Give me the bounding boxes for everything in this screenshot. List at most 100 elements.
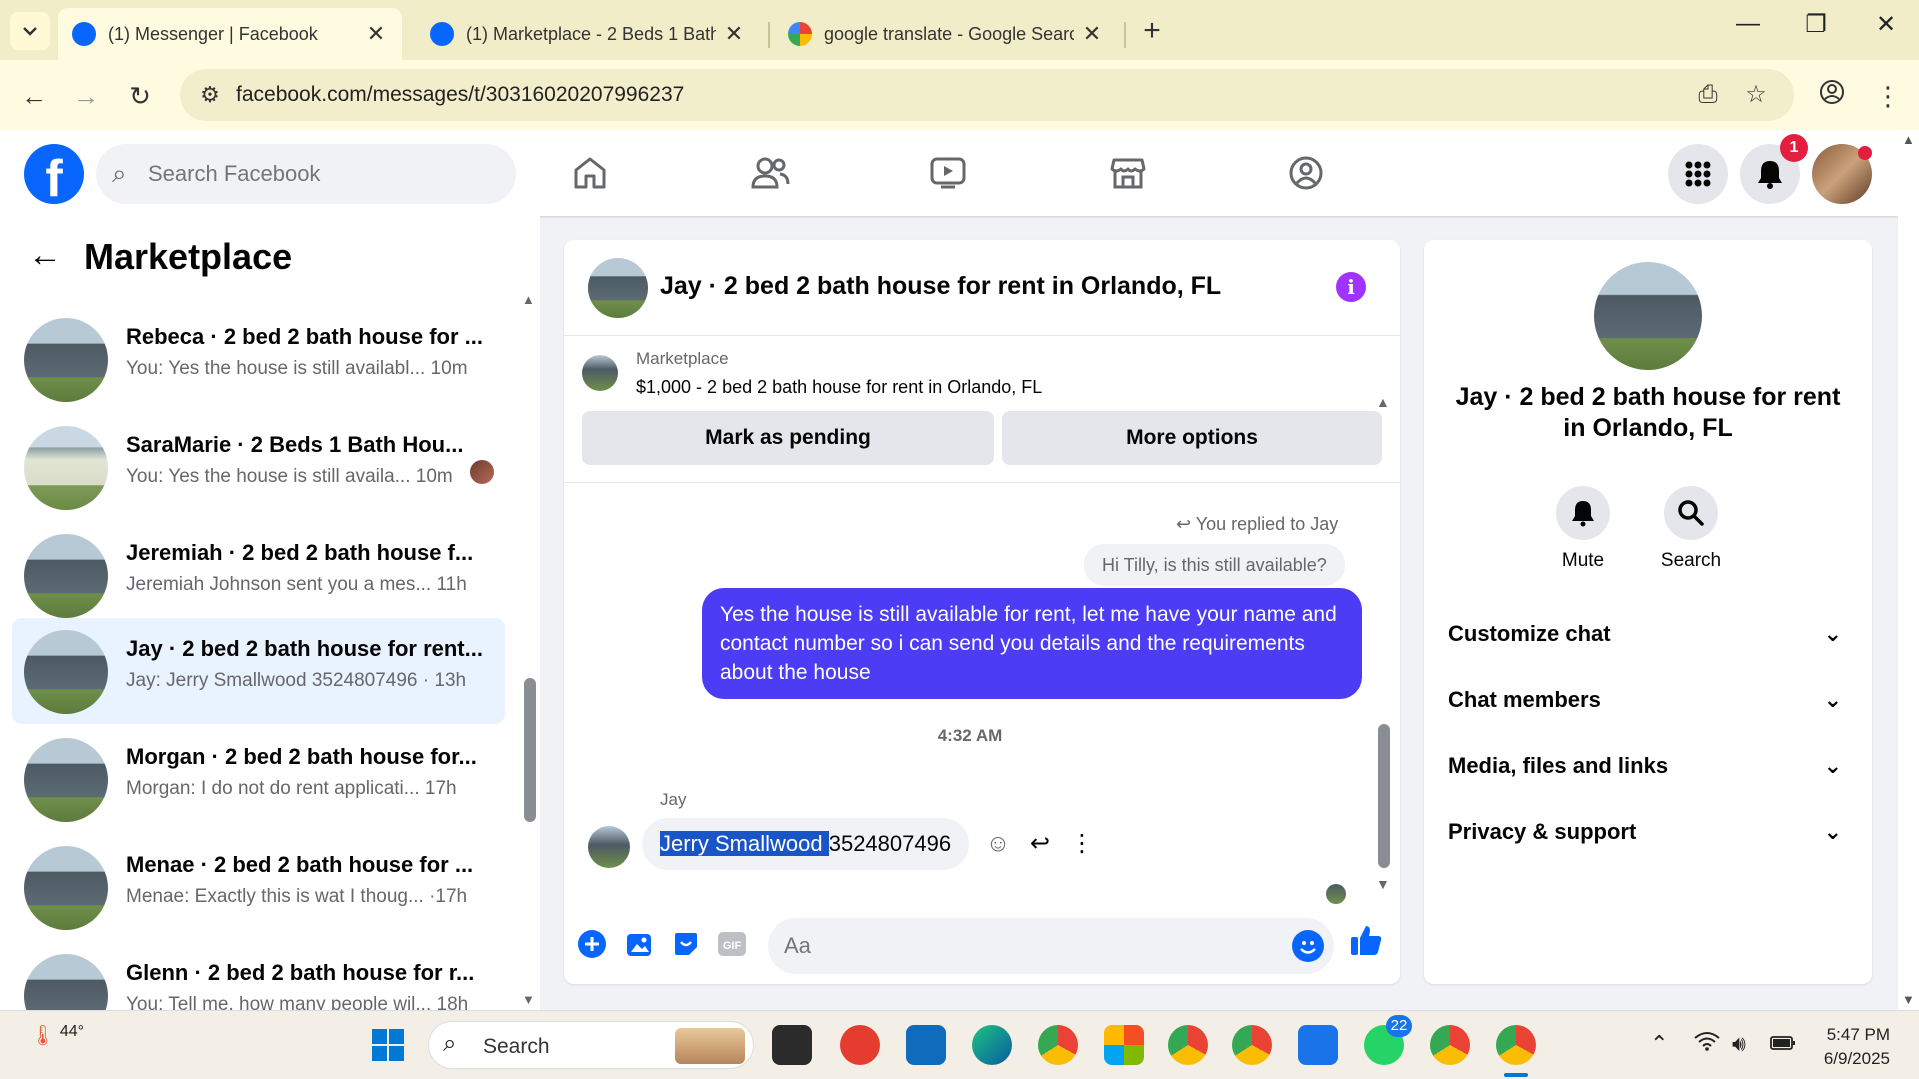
home-nav-button[interactable]	[560, 148, 620, 198]
conversation-title[interactable]: Jay · 2 bed 2 bath house for rent in Orl…	[660, 272, 1221, 301]
chat-item[interactable]: SaraMarie · 2 Beds 1 Bath Hou... You: Ye…	[12, 414, 505, 520]
scroll-up-icon[interactable]: ▲	[1902, 132, 1915, 147]
chat-members-row[interactable]: Chat members ⌄	[1448, 674, 1852, 726]
tab-marketplace[interactable]: (1) Marketplace - 2 Beds 1 Bath ✕	[416, 8, 760, 60]
friends-nav-button[interactable]	[740, 148, 800, 198]
minimize-button[interactable]: —	[1728, 10, 1768, 38]
chat-item[interactable]: Jeremiah · 2 bed 2 bath house f... Jerem…	[12, 522, 505, 628]
like-send-button[interactable]	[1348, 922, 1384, 958]
chat-item[interactable]: Morgan · 2 bed 2 bath house for... Morga…	[12, 726, 505, 832]
scroll-down-icon[interactable]: ▼	[522, 992, 535, 1007]
close-tab-icon[interactable]: ✕	[722, 21, 746, 47]
facebook-logo[interactable]: f	[24, 144, 84, 204]
wifi-signal-icon	[1694, 1032, 1720, 1051]
install-app-icon[interactable]: ⎙	[1692, 79, 1724, 111]
conversation-avatar-large[interactable]	[1594, 262, 1702, 370]
notepad-icon[interactable]	[1298, 1025, 1338, 1065]
attach-photo-button[interactable]	[622, 926, 658, 962]
scroll-up-icon[interactable]: ▲	[522, 292, 535, 307]
wps-office-icon[interactable]	[840, 1025, 880, 1065]
task-view-icon[interactable]	[772, 1025, 812, 1065]
chat-list-scrollbar[interactable]	[524, 678, 536, 822]
chat-item[interactable]: Rebeca · 2 bed 2 bath house for ... You:…	[12, 306, 505, 412]
search-in-chat-button[interactable]: Search	[1646, 486, 1736, 572]
groups-nav-button[interactable]	[1276, 148, 1336, 198]
message-input[interactable]	[784, 928, 1264, 964]
outlook-icon[interactable]	[906, 1025, 946, 1065]
listing-title[interactable]: $1,000 - 2 bed 2 bath house for rent in …	[636, 377, 1042, 398]
listing-thumbnail[interactable]	[582, 355, 618, 391]
back-arrow-icon[interactable]: ←	[28, 236, 62, 275]
sender-avatar[interactable]	[588, 826, 630, 868]
media-files-links-row[interactable]: Media, files and links ⌄	[1448, 740, 1852, 792]
tab-messenger[interactable]: (1) Messenger | Facebook ✕	[58, 8, 402, 60]
back-button[interactable]: ←	[14, 76, 54, 116]
more-options-button[interactable]: More options	[1002, 411, 1382, 465]
chat-item[interactable]: Glenn · 2 bed 2 bath house for r... You:…	[12, 942, 505, 1010]
volume-icon[interactable]: 🔊︎	[1732, 1031, 1746, 1057]
scroll-down-icon[interactable]: ▼	[1376, 876, 1390, 892]
show-hidden-icons[interactable]: ⌃	[1650, 1031, 1668, 1057]
bookmark-star-icon[interactable]: ☆	[1740, 79, 1772, 111]
mute-button[interactable]: Mute	[1538, 486, 1628, 572]
incoming-message[interactable]: Jerry Smallwood 3524807496	[642, 818, 970, 870]
chevron-down-icon: ⌄	[1823, 621, 1842, 646]
system-clock[interactable]: 5:47 PM 6/9/2025	[1790, 1023, 1890, 1071]
chat-item-active[interactable]: Jay · 2 bed 2 bath house for rent... Jay…	[12, 618, 505, 724]
mark-as-pending-button[interactable]: Mark as pending	[582, 411, 994, 465]
info-icon[interactable]: i	[1336, 272, 1366, 302]
more-actions-plus-button[interactable]	[574, 926, 610, 962]
outgoing-message[interactable]: Yes the house is still available for ren…	[702, 588, 1362, 699]
message-input-box[interactable]	[768, 918, 1334, 974]
close-tab-icon[interactable]: ✕	[1080, 21, 1104, 47]
reload-button[interactable]: ↻	[120, 76, 160, 116]
new-tab-button[interactable]: +	[1136, 14, 1168, 48]
facebook-search-input[interactable]	[148, 154, 498, 194]
chat-item[interactable]: Menae · 2 bed 2 bath house for ... Menae…	[12, 834, 505, 940]
chrome-profile-icon[interactable]	[1232, 1025, 1272, 1065]
microsoft-store-icon[interactable]	[1104, 1025, 1144, 1065]
emoji-picker-icon[interactable]	[1292, 930, 1324, 962]
account-circle-icon	[1820, 80, 1844, 104]
chrome-icon[interactable]	[1168, 1025, 1208, 1065]
video-nav-button[interactable]	[918, 148, 978, 198]
chrome-profile-icon[interactable]	[1038, 1025, 1078, 1065]
tab-search-button[interactable]	[10, 12, 50, 50]
customize-chat-row[interactable]: Customize chat ⌄	[1448, 608, 1852, 660]
page-scrollbar[interactable]: ▲ ▼	[1898, 130, 1919, 1010]
conversation-avatar[interactable]	[588, 258, 648, 318]
thread-scrollbar[interactable]	[1378, 724, 1390, 868]
tab-google-search[interactable]: google translate - Google Search ✕	[774, 8, 1118, 60]
wifi-icon[interactable]	[1694, 1031, 1720, 1057]
facebook-search-box[interactable]: ⌕	[96, 144, 516, 204]
sticker-button[interactable]	[668, 926, 704, 962]
chrome-active-icon[interactable]	[1496, 1025, 1536, 1065]
chrome-profile-icon[interactable]	[1430, 1025, 1470, 1065]
address-bar[interactable]: ⚙ facebook.com/messages/t/30316020207996…	[180, 69, 1794, 121]
reply-icon[interactable]: ↩	[1024, 828, 1056, 860]
weather-widget[interactable]: 🌡 44°	[30, 1023, 84, 1048]
marketplace-nav-button[interactable]	[1098, 148, 1158, 198]
react-emoji-icon[interactable]: ☺	[982, 828, 1014, 860]
more-actions-icon[interactable]: ⋮	[1066, 828, 1098, 860]
quoted-message[interactable]: Hi Tilly, is this still available?	[1084, 544, 1345, 586]
url-text[interactable]: facebook.com/messages/t/3031602020799623…	[236, 83, 684, 107]
scroll-up-icon[interactable]: ▲	[1376, 394, 1390, 410]
grid-menu-icon	[1685, 161, 1711, 187]
tab-title: (1) Marketplace - 2 Beds 1 Bath	[466, 23, 716, 44]
close-window-button[interactable]: ✕	[1866, 10, 1906, 39]
taskbar-search[interactable]: ⌕ Search	[428, 1021, 754, 1069]
gif-button[interactable]: GIF	[714, 926, 750, 962]
browser-menu-icon[interactable]: ⋮	[1868, 76, 1908, 116]
start-button[interactable]	[368, 1025, 408, 1065]
profile-icon[interactable]	[1812, 76, 1852, 116]
edge-icon[interactable]	[972, 1025, 1012, 1065]
restore-button[interactable]: ❐	[1796, 10, 1836, 39]
forward-button[interactable]: →	[66, 76, 106, 116]
close-tab-icon[interactable]: ✕	[364, 21, 388, 47]
privacy-support-row[interactable]: Privacy & support ⌄	[1448, 806, 1852, 858]
site-info-icon[interactable]: ⚙	[194, 79, 226, 111]
search-icon: ⌕	[443, 1030, 457, 1057]
menu-button[interactable]	[1668, 144, 1728, 204]
scroll-down-icon[interactable]: ▼	[1902, 992, 1915, 1007]
